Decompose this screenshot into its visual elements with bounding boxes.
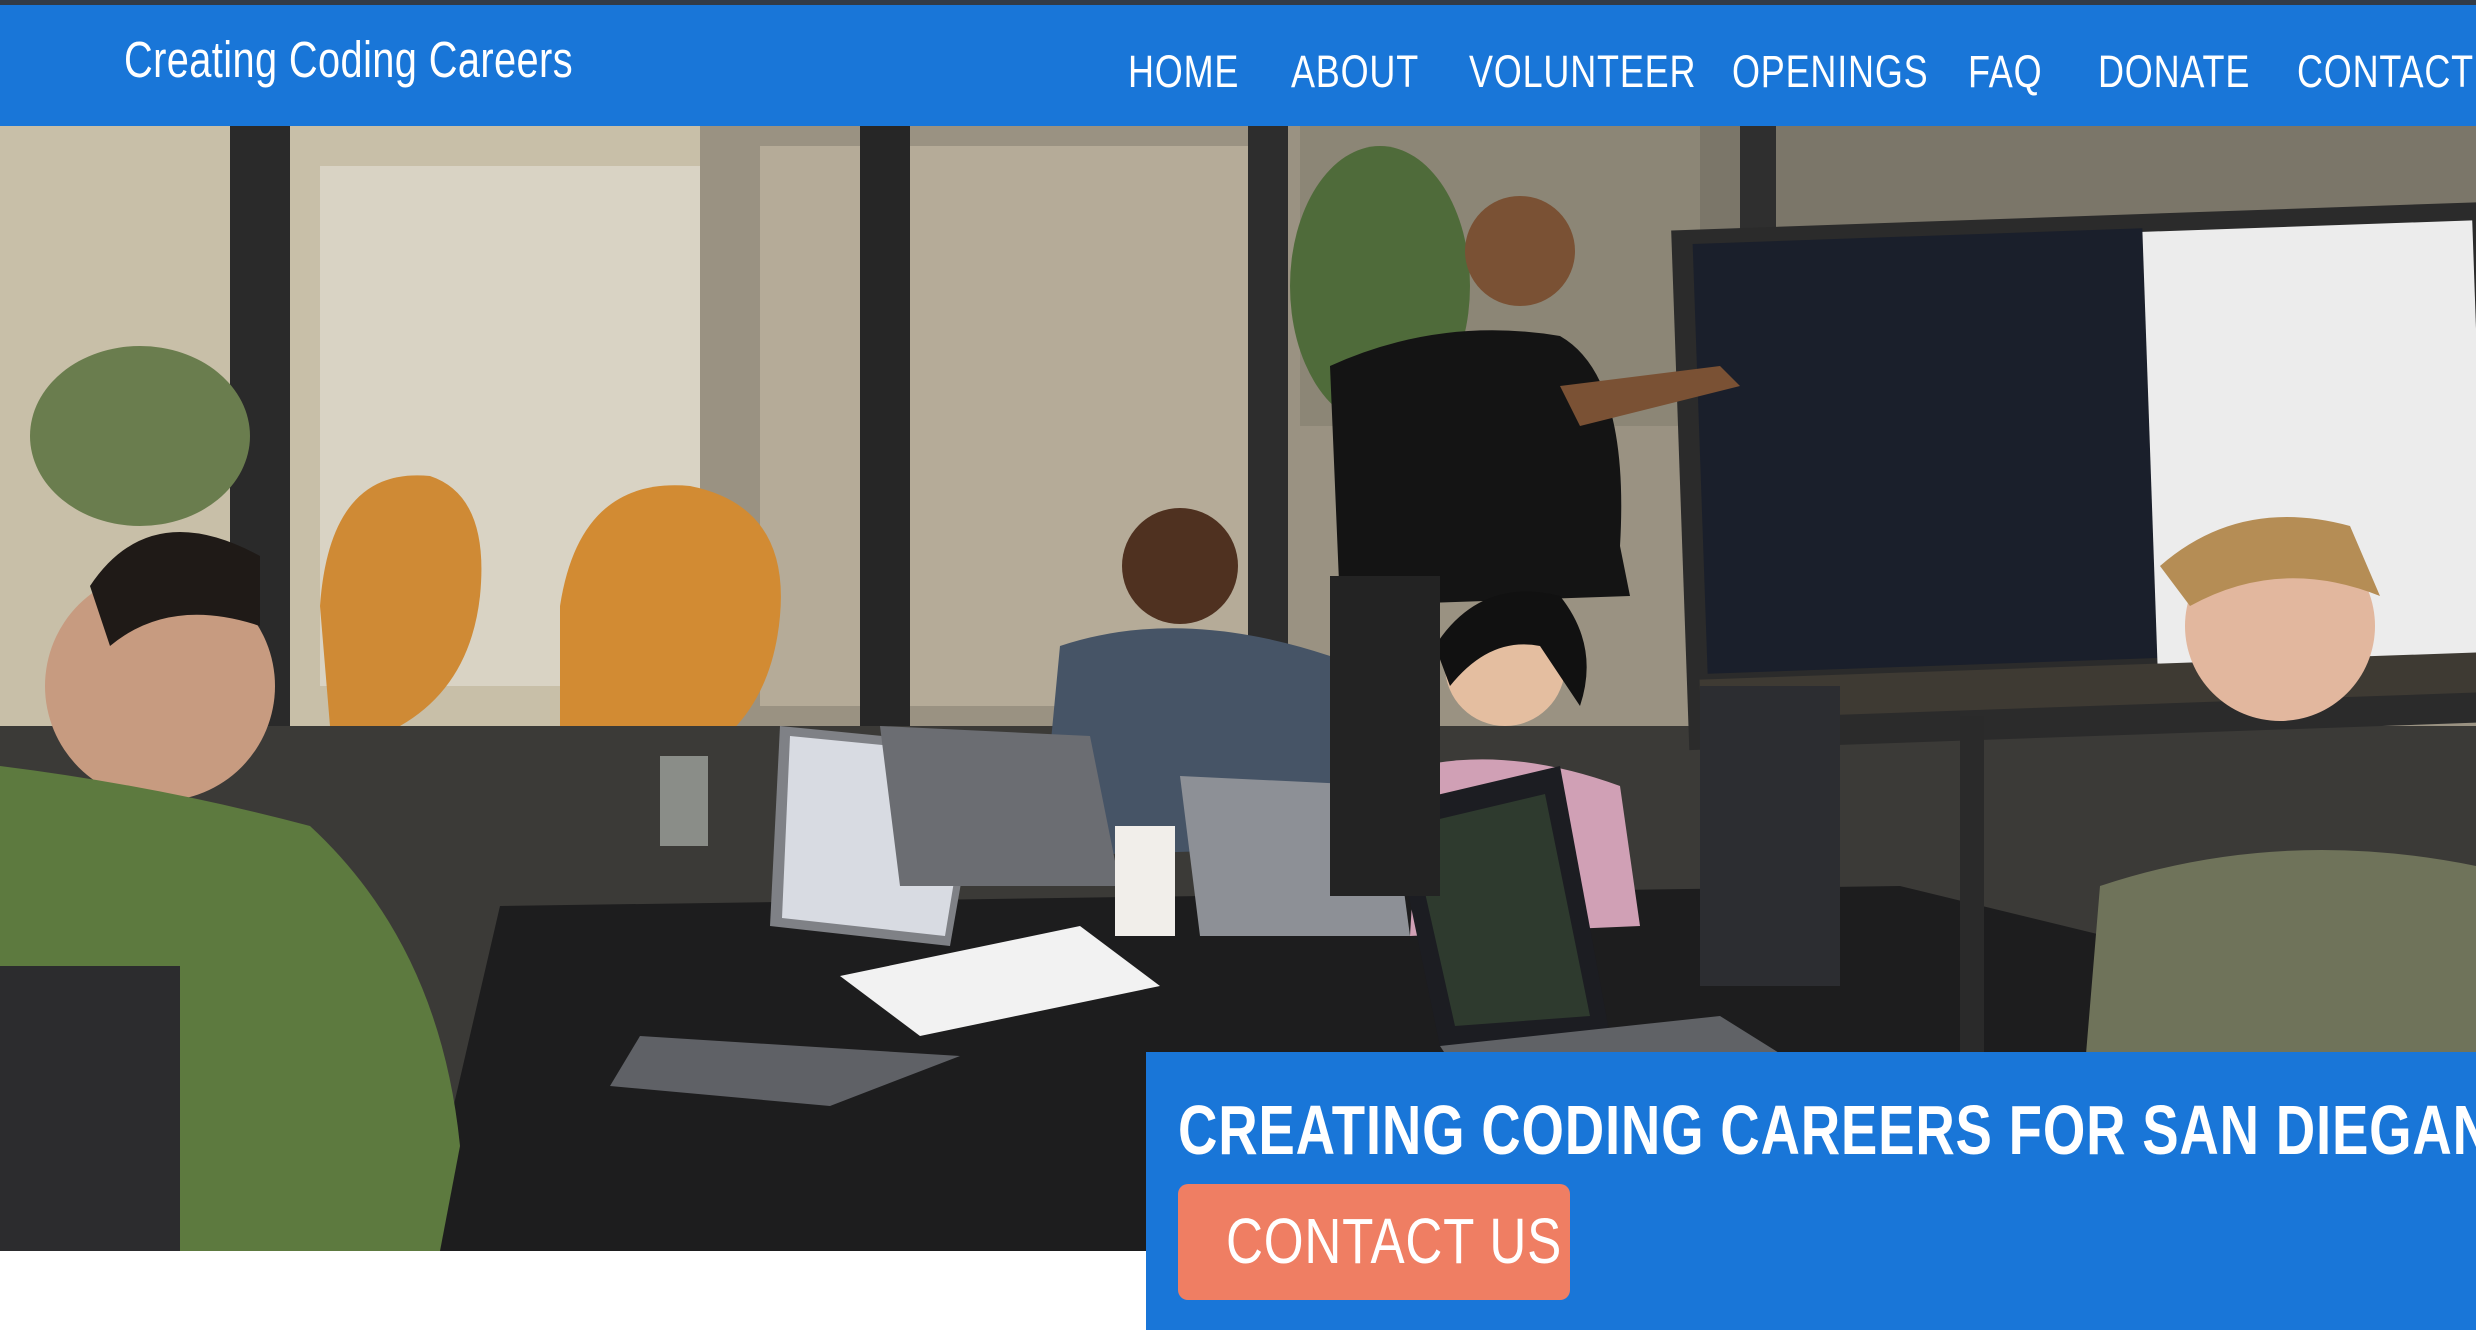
contact-us-button[interactable]: CONTACT US (1178, 1184, 1570, 1300)
nav-openings[interactable]: OPENINGS (1732, 35, 1928, 109)
nav-faq[interactable]: FAQ (1968, 35, 2042, 109)
hero-cta-panel: CREATING CODING CAREERS FOR SAN DIEGANS … (1146, 1052, 2476, 1330)
hero-heading: CREATING CODING CAREERS FOR SAN DIEGANS (1178, 1091, 2476, 1169)
brand-logo-text[interactable]: Creating Coding Careers (124, 23, 573, 97)
navbar: Creating Coding Careers HOME ABOUT VOLUN… (0, 5, 2476, 126)
page-background (0, 1251, 1146, 1330)
contact-us-button-label: CONTACT US (1226, 1205, 1563, 1277)
nav-contact[interactable]: CONTACT (2297, 35, 2474, 109)
nav-donate[interactable]: DONATE (2098, 35, 2250, 109)
nav-about[interactable]: ABOUT (1291, 35, 1419, 109)
nav-home[interactable]: HOME (1128, 35, 1239, 109)
nav-volunteer[interactable]: VOLUNTEER (1469, 35, 1696, 109)
